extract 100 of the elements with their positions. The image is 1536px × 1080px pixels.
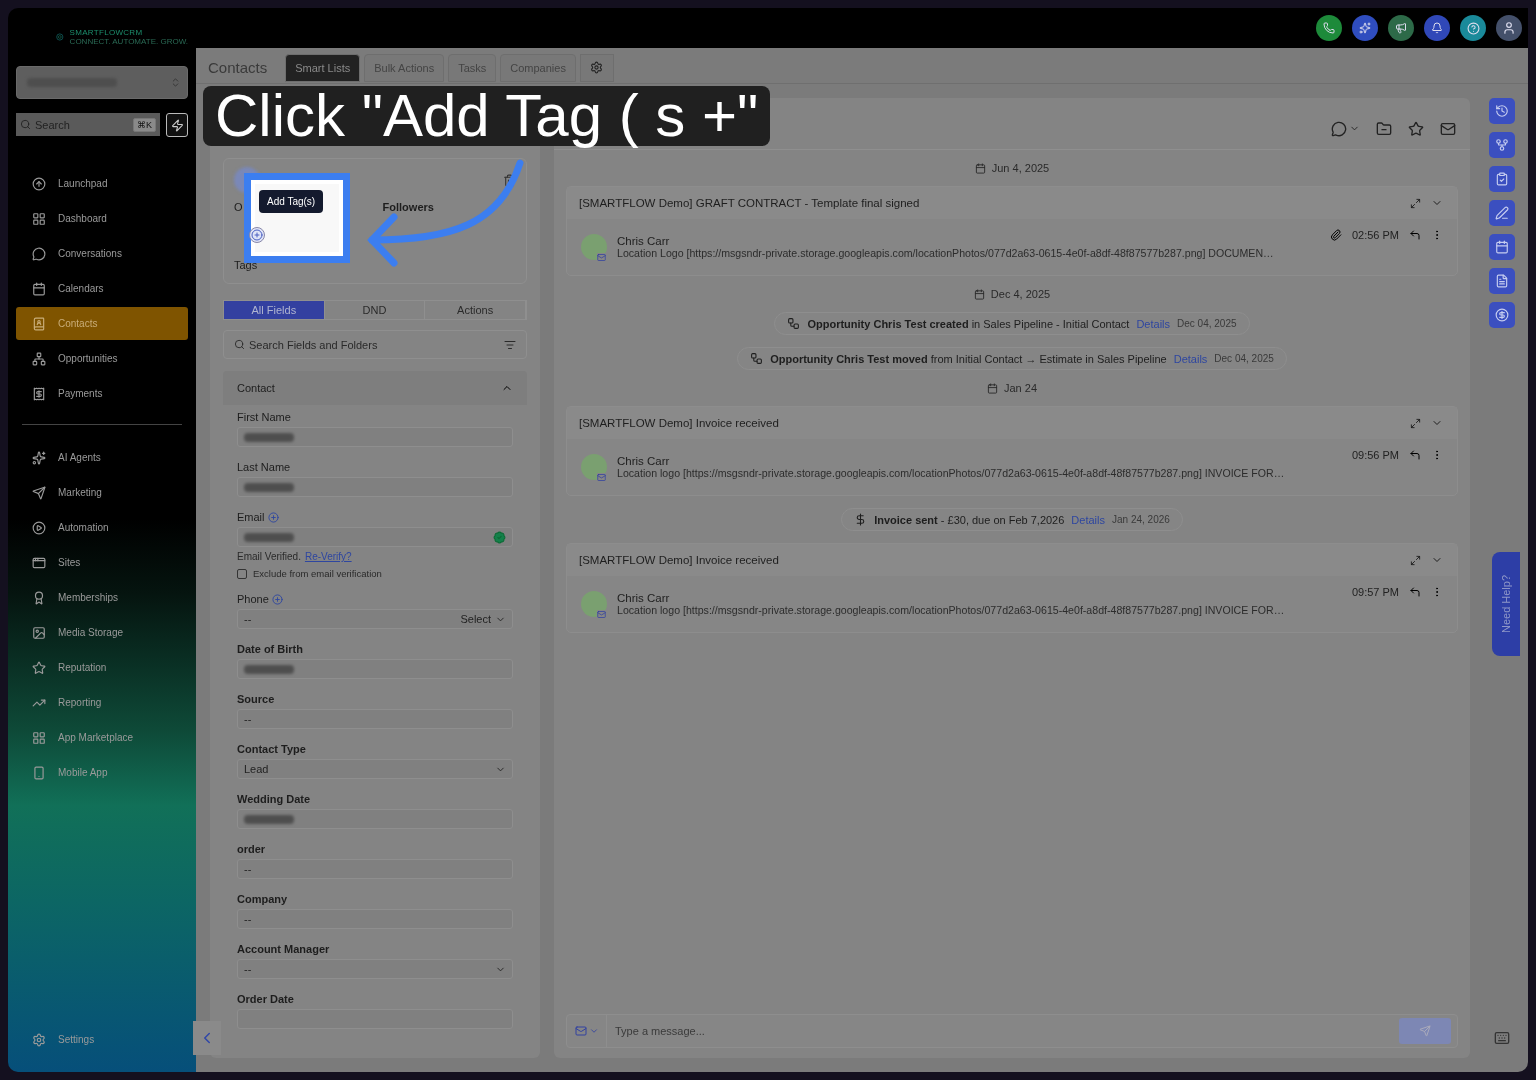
email-time: 02:56 PM [1351, 229, 1399, 241]
checkbox[interactable] [237, 568, 247, 579]
settings-icon [590, 61, 604, 74]
chat-bubble-icon[interactable] [1331, 120, 1347, 137]
email-subject: [SMARTFLOW Demo] Invoice received [579, 554, 779, 566]
sidebar-item[interactable]: Reporting [16, 686, 188, 719]
expand-icon[interactable] [1410, 554, 1421, 566]
folder-icon[interactable] [1376, 120, 1392, 137]
add-tag-button[interactable] [249, 227, 265, 243]
account-switcher[interactable] [16, 66, 188, 99]
expand-icon[interactable] [1410, 417, 1421, 429]
text-field[interactable] [237, 659, 513, 679]
user-avatar[interactable] [1496, 15, 1522, 41]
settings-button[interactable] [579, 53, 614, 82]
mail-icon[interactable] [1440, 120, 1456, 137]
blurred-value [244, 432, 294, 442]
details-link[interactable]: Details [1136, 317, 1171, 330]
text-field[interactable] [237, 477, 513, 497]
expand-icon[interactable] [1410, 197, 1421, 209]
email-field[interactable] [237, 527, 513, 547]
country-code-select[interactable]: Select [460, 613, 506, 625]
pen-icon [1495, 206, 1509, 220]
sidebar-item[interactable]: Media Storage [16, 616, 188, 649]
add-icon[interactable] [271, 593, 283, 605]
nodes-icon [787, 317, 801, 330]
side-tool-button[interactable] [1489, 98, 1515, 124]
reply-icon[interactable] [1409, 229, 1421, 241]
date-text: Jan 24 [1004, 382, 1037, 394]
announcement-button[interactable] [1388, 15, 1414, 41]
field-tab[interactable]: All Fields [224, 301, 325, 319]
section-title: Contact [237, 382, 275, 394]
sidebar-item[interactable]: Opportunities [16, 342, 188, 375]
field-label: order [237, 843, 266, 855]
message-field[interactable]: Type a message... [566, 1014, 1458, 1048]
add-icon[interactable] [267, 511, 279, 523]
need-help-tab[interactable]: Need Help? [1492, 552, 1520, 656]
field-search[interactable]: Search Fields and Folders [223, 330, 527, 359]
blurred-value [244, 814, 294, 824]
text-field[interactable]: -- [237, 709, 513, 729]
field-label: Phone [237, 593, 269, 605]
sidebar-item[interactable]: App Marketplace [16, 721, 188, 754]
notifications-button[interactable] [1424, 15, 1450, 41]
email-preview: Location Logo [https://msgsndr-private.storage.googleapis.com/locationPhotos/077d2a63-0615-4e0f-a8df-48f87577b287.png] DOCUMEN… [617, 247, 1275, 259]
keyboard-icon [1494, 1030, 1510, 1046]
field-tab[interactable]: Actions [425, 301, 526, 319]
paper-plane-icon [32, 485, 46, 500]
dropdown-field[interactable]: Lead [237, 759, 513, 779]
side-tool-button[interactable] [1489, 268, 1515, 294]
field-label: Email [237, 511, 265, 523]
text-field[interactable] [237, 427, 513, 447]
sidebar-item[interactable]: Settings [16, 1023, 188, 1056]
sidebar-item[interactable]: Automation [16, 511, 188, 544]
email-header[interactable]: [SMARTFLOW Demo] Invoice received [567, 407, 1457, 439]
help-button[interactable] [1460, 15, 1486, 41]
side-tool-button[interactable] [1489, 166, 1515, 192]
dropdown-field[interactable]: -- [237, 959, 513, 979]
tags-label: Tags [234, 259, 258, 271]
browser-window-icon [32, 555, 46, 570]
sidebar-item[interactable]: Calendars [16, 272, 188, 305]
nodes-icon [750, 352, 764, 365]
sidebar-item[interactable]: Memberships [16, 581, 188, 614]
plus-icon [251, 229, 263, 241]
message-input[interactable]: Type a message... [607, 1025, 1399, 1037]
sidebar-item[interactable]: Contacts [16, 307, 188, 340]
reverify-link[interactable]: Re-Verify? [304, 551, 352, 562]
activity-text: Opportunity Chris Test created in Sales Pipeline - Initial Contact [807, 317, 1130, 330]
email-header[interactable]: [SMARTFLOW Demo] Invoice received [567, 544, 1457, 576]
reply-icon[interactable] [1409, 449, 1421, 461]
text-field[interactable] [237, 809, 513, 829]
reply-icon[interactable] [1409, 586, 1421, 598]
sidebar-item[interactable]: Mobile App [16, 756, 188, 789]
quick-action-button[interactable] [166, 113, 188, 137]
field-tab[interactable]: DND [324, 301, 426, 319]
side-tool-button[interactable] [1489, 302, 1515, 328]
star-icon[interactable] [1408, 120, 1424, 137]
sidebar-item[interactable]: Launchpad [16, 167, 188, 200]
page-tab[interactable]: Smart Lists [285, 53, 361, 82]
email-header[interactable]: [SMARTFLOW Demo] GRAFT CONTRACT - Template final signed [567, 187, 1457, 219]
sidebar-item[interactable]: Conversations [16, 237, 188, 270]
text-field[interactable]: -- [237, 909, 513, 929]
sidebar-item[interactable]: AI Agents [16, 441, 188, 474]
side-tool-button[interactable] [1489, 132, 1515, 158]
sidebar-item[interactable]: Sites [16, 546, 188, 579]
details-link[interactable]: Details [1071, 513, 1105, 526]
keyboard-button[interactable] [1494, 1030, 1510, 1046]
details-link[interactable]: Details [1173, 352, 1208, 365]
grid-icon [32, 730, 46, 745]
phone-field[interactable]: -- Select [237, 609, 513, 629]
filter-icon[interactable] [504, 338, 516, 351]
sparkle-button[interactable] [1352, 15, 1378, 41]
phone-button[interactable] [1316, 15, 1342, 41]
sidebar-item[interactable]: Marketing [16, 476, 188, 509]
sidebar-item[interactable]: Reputation [16, 651, 188, 684]
text-field[interactable]: -- [237, 859, 513, 879]
activity-text: Opportunity Chris Test moved from Initial Contact → Estimate in Sales Pipeline [770, 352, 1167, 365]
side-tool-button[interactable] [1489, 200, 1515, 226]
sidebar-item[interactable]: Payments [16, 377, 188, 410]
sidebar-item[interactable]: Dashboard [16, 202, 188, 235]
side-tool-button[interactable] [1489, 234, 1515, 260]
section-header[interactable]: Contact [223, 371, 527, 405]
